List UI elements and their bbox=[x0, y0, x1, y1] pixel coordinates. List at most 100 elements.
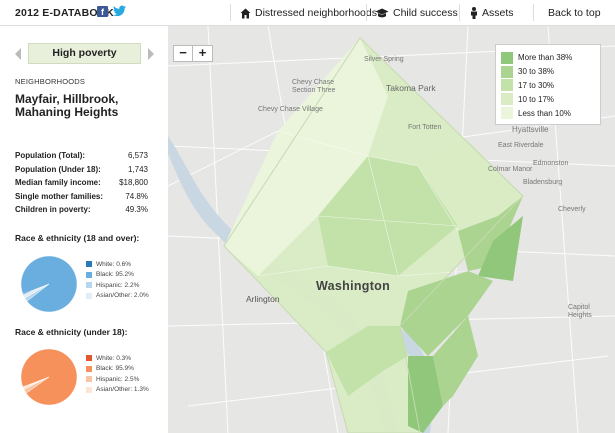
legend-label: Black: 95.9% bbox=[96, 365, 134, 373]
previous-arrow-icon[interactable] bbox=[15, 48, 21, 60]
nav-label: Distressed neighborhoods bbox=[255, 7, 377, 19]
race-adult-title: Race & ethnicity (18 and over): bbox=[15, 233, 140, 243]
legend-label: Hispanic: 2.5% bbox=[96, 375, 140, 383]
legend-label: 10 to 17% bbox=[518, 94, 555, 104]
nav-child-success[interactable]: Child success bbox=[375, 7, 458, 19]
race-child-title: Race & ethnicity (under 18): bbox=[15, 327, 128, 337]
house-icon bbox=[240, 8, 251, 18]
legend-item: Hispanic: 2.2% bbox=[86, 280, 149, 291]
place-label: Fort Totten bbox=[408, 124, 442, 131]
place-label: Bladensburg bbox=[523, 179, 563, 186]
race-child-pie bbox=[20, 348, 78, 406]
legend-swatch bbox=[86, 365, 92, 372]
nav-divider bbox=[459, 4, 460, 21]
stat-label: Median family income: bbox=[15, 178, 101, 187]
legend-row: Less than 10% bbox=[501, 106, 595, 120]
legend-row: 17 to 30% bbox=[501, 79, 595, 93]
neighborhood-name: Mayfair, Hillbrook, Mahaning Heights bbox=[15, 92, 119, 119]
race-adult-pie bbox=[20, 255, 78, 313]
stat-row: Children in poverty: 49.3% bbox=[15, 205, 148, 219]
place-label: Capitol Heights bbox=[568, 304, 592, 319]
place-label: Hyattsville bbox=[512, 125, 549, 134]
race-child-legend: White: 0.3% Black: 95.9% Hispanic: 2.5% … bbox=[86, 353, 149, 395]
legend-label: 30 to 38% bbox=[518, 67, 555, 77]
category-selector-label[interactable]: High poverty bbox=[28, 43, 141, 64]
map-legend: More than 38% 30 to 38% 17 to 30% 10 to … bbox=[495, 44, 601, 125]
legend-swatch bbox=[86, 292, 92, 299]
place-label: Edmonston bbox=[533, 160, 569, 167]
stat-row: Single mother families: 74.8% bbox=[15, 192, 148, 206]
place-label: Arlington bbox=[246, 294, 280, 304]
legend-label: Hispanic: 2.2% bbox=[96, 281, 140, 289]
zoom-out-button[interactable]: − bbox=[173, 45, 193, 62]
place-label: Chevy Chase Section Three bbox=[292, 79, 336, 94]
legend-swatch bbox=[501, 93, 513, 106]
legend-swatch bbox=[86, 355, 92, 362]
place-label: Silver Spring bbox=[364, 56, 404, 63]
stat-value: $18,800 bbox=[119, 178, 148, 187]
city-label: Washington bbox=[316, 279, 391, 293]
legend-label: Black: 95.2% bbox=[96, 271, 134, 279]
nav-assets[interactable]: Assets bbox=[470, 7, 514, 19]
legend-swatch bbox=[501, 51, 513, 64]
stat-label: Single mother families: bbox=[15, 191, 104, 201]
legend-label: White: 0.3% bbox=[96, 354, 132, 362]
zoom-controls: − + bbox=[173, 45, 213, 62]
twitter-icon[interactable] bbox=[113, 5, 126, 17]
stat-row: Population (Under 18): 1,743 bbox=[15, 165, 148, 179]
stat-label: Population (Total): bbox=[15, 151, 86, 160]
legend-label: 17 to 30% bbox=[518, 80, 555, 90]
nav-label: Back to top bbox=[548, 7, 601, 19]
legend-item: Hispanic: 2.5% bbox=[86, 374, 149, 385]
legend-swatch bbox=[501, 65, 513, 78]
place-label: Takoma Park bbox=[386, 83, 436, 93]
legend-swatch bbox=[86, 376, 92, 383]
legend-item: Asian/Other: 2.0% bbox=[86, 291, 149, 302]
legend-label: Asian/Other: 2.0% bbox=[96, 292, 149, 300]
legend-row: 30 to 38% bbox=[501, 65, 595, 79]
next-arrow-icon[interactable] bbox=[148, 48, 154, 60]
category-selector: High poverty bbox=[15, 43, 155, 64]
legend-swatch bbox=[86, 271, 92, 278]
stat-row: Population (Total): 6,573 bbox=[15, 151, 148, 165]
stat-label: Children in poverty: bbox=[15, 205, 91, 214]
stat-value: 49.3% bbox=[125, 205, 148, 214]
top-navigation-bar: 2012 E-DATABOOK f Distressed neighborhoo… bbox=[0, 0, 615, 26]
stat-value: 1,743 bbox=[127, 164, 148, 174]
stat-row: Median family income: $18,800 bbox=[15, 178, 148, 192]
legend-row: More than 38% bbox=[501, 51, 595, 65]
nav-label: Assets bbox=[482, 7, 514, 19]
graduation-cap-icon bbox=[375, 8, 389, 17]
person-icon bbox=[471, 7, 477, 19]
legend-swatch bbox=[86, 386, 92, 393]
zoom-in-button[interactable]: + bbox=[193, 45, 213, 62]
legend-swatch bbox=[86, 282, 92, 289]
section-label: NEIGHBORHOODS bbox=[15, 77, 86, 86]
nav-divider bbox=[230, 4, 231, 21]
stats-list: Population (Total): 6,573 Population (Un… bbox=[15, 151, 148, 219]
nav-distressed-neighborhoods[interactable]: Distressed neighborhoods bbox=[240, 7, 377, 19]
stat-label: Population (Under 18): bbox=[15, 164, 101, 174]
legend-row: 10 to 17% bbox=[501, 92, 595, 106]
legend-swatch bbox=[86, 261, 92, 268]
legend-label: Less than 10% bbox=[518, 108, 571, 118]
legend-item: Black: 95.9% bbox=[86, 364, 149, 375]
stat-value: 6,573 bbox=[127, 151, 148, 160]
back-to-top-link[interactable]: Back to top bbox=[548, 7, 601, 19]
place-label: Colmar Manor bbox=[488, 166, 533, 173]
legend-label: White: 0.6% bbox=[96, 260, 132, 268]
neighborhood-sidebar: High poverty NEIGHBORHOODS Mayfair, Hill… bbox=[0, 26, 168, 433]
stat-value: 74.8% bbox=[125, 191, 148, 201]
legend-item: White: 0.6% bbox=[86, 259, 149, 270]
legend-item: Asian/Other: 1.3% bbox=[86, 385, 149, 396]
legend-item: Black: 95.2% bbox=[86, 270, 149, 281]
legend-swatch bbox=[501, 79, 513, 92]
facebook-icon[interactable]: f bbox=[97, 6, 108, 17]
legend-item: White: 0.3% bbox=[86, 353, 149, 364]
place-label: Chevy Chase Village bbox=[258, 106, 323, 113]
nav-label: Child success bbox=[393, 7, 458, 19]
legend-label: Asian/Other: 1.3% bbox=[96, 386, 149, 394]
place-label: Cheverly bbox=[558, 206, 586, 213]
nav-divider bbox=[533, 4, 534, 21]
legend-label: More than 38% bbox=[518, 53, 573, 63]
